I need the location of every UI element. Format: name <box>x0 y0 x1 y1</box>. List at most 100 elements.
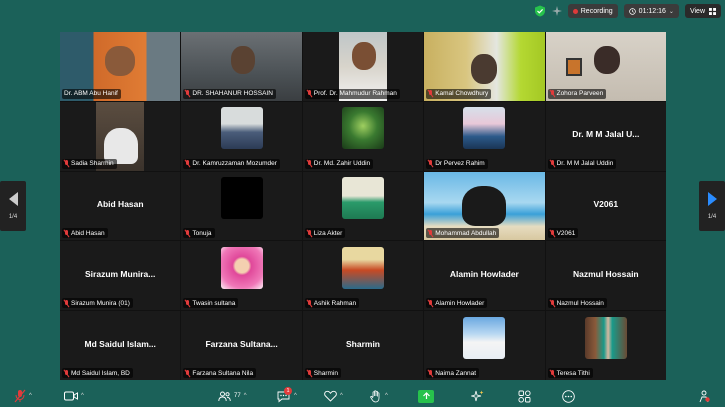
participant-tile[interactable]: Dr. Kamruzzaman Mozumder <box>181 101 302 171</box>
participant-name-label: Liza Akter <box>304 228 346 239</box>
participant-name-label: Dr. M M Jalal Uddin <box>547 158 617 169</box>
chat-button[interactable]: 1 ^ <box>277 387 297 404</box>
participant-tile[interactable]: Ashik Rahman <box>302 241 424 311</box>
next-page-button[interactable]: 1/4 <box>699 181 725 231</box>
participant-tile[interactable]: Twasin sultana <box>181 241 302 311</box>
muted-mic-icon <box>428 90 433 97</box>
participant-name-label: Kamal Chowdhury <box>426 88 492 99</box>
participants-count: 77 <box>234 393 241 399</box>
participant-tile[interactable]: DR. SHAHANUR HOSSAIN <box>181 32 302 101</box>
video-button[interactable]: ^ <box>64 388 84 404</box>
participant-name: Mohammad Abdullah <box>435 229 497 237</box>
participant-tile[interactable]: V2061 V2061 <box>545 171 666 241</box>
participant-name: Dr. ABM Abu Hanif <box>64 90 118 98</box>
participant-display-name: Md Saidul Islam... <box>84 338 156 349</box>
participant-tile[interactable]: Zohora Parveen <box>545 32 666 101</box>
participant-display-name: Farzana Sultana... <box>205 338 278 349</box>
participant-display-name: Sirazum Munira... <box>85 268 156 279</box>
participant-tile[interactable]: Liza Akter <box>302 171 424 241</box>
mute-button[interactable]: ^ <box>14 388 32 404</box>
participant-tile[interactable]: Sadia Sharmin <box>60 101 181 171</box>
participant-face <box>351 42 376 70</box>
raise-hand-button[interactable]: ^ <box>370 388 388 404</box>
participant-tile[interactable]: Sirazum Munira... Sirazum Munira (01) <box>60 241 181 311</box>
muted-mic-icon <box>307 90 312 97</box>
apps-button[interactable] <box>518 388 531 404</box>
more-icon <box>562 389 575 403</box>
previous-page-button[interactable]: 1/4 <box>0 181 26 231</box>
participant-name-label: Nazmul Hossain <box>547 298 607 309</box>
participant-name-label: Dr. Kamruzzaman Mozumder <box>183 158 280 169</box>
microphone-muted-icon <box>14 389 26 403</box>
muted-mic-icon <box>307 160 312 167</box>
participant-name: Teresa Tithi <box>556 369 590 377</box>
meeting-toolbar: ^ ^ 77 ^ 1 ^ ^ ^ <box>0 385 725 407</box>
participant-tile[interactable]: Dr Pervez Rahim <box>424 101 545 171</box>
participant-name: Naima Zannat <box>435 369 477 377</box>
participant-tile[interactable]: Sharmin Sharmin <box>302 311 424 380</box>
participants-button[interactable]: 77 ^ <box>218 388 247 404</box>
participant-name-label: Tonuja <box>183 228 215 239</box>
participant-tile[interactable]: Abid Hasan Abid Hasan <box>60 171 181 241</box>
participant-tile[interactable]: Dr. ABM Abu Hanif <box>60 32 181 101</box>
chat-badge: 1 <box>284 387 292 395</box>
participant-name: Nazmul Hossain <box>556 299 604 307</box>
chevron-up-icon[interactable]: ^ <box>29 393 32 399</box>
participant-face <box>462 185 507 226</box>
muted-mic-icon <box>64 369 69 377</box>
ai-companion-button[interactable] <box>471 388 484 404</box>
shield-icon[interactable] <box>534 5 546 17</box>
participant-avatar <box>220 177 263 220</box>
participant-tile[interactable]: Dr. Md. Zahir Uddin <box>302 101 424 171</box>
participant-name: Dr. Kamruzzaman Mozumder <box>192 160 277 168</box>
record-dot-icon <box>572 8 578 14</box>
participant-name-label: Teresa Tithi <box>547 368 593 378</box>
chevron-up-icon[interactable]: ^ <box>294 393 297 399</box>
chevron-up-icon[interactable]: ^ <box>385 393 388 399</box>
participant-avatar <box>220 246 263 289</box>
muted-mic-icon <box>185 90 190 97</box>
participant-tile[interactable]: Dr. M M Jalal U... Dr. M M Jalal Uddin <box>545 101 666 171</box>
arrow-up-icon <box>422 392 430 399</box>
recording-indicator[interactable]: Recording <box>567 4 618 18</box>
participant-avatar <box>463 316 506 359</box>
participant-tile[interactable]: Farzana Sultana... Farzana Sultana Nila <box>181 311 302 380</box>
participant-tile[interactable]: Tonuja <box>181 171 302 241</box>
reactions-button[interactable]: ^ <box>324 388 343 404</box>
participant-tile[interactable]: Kamal Chowdhury <box>424 32 545 101</box>
person-leave-icon <box>699 390 710 402</box>
chevron-up-icon[interactable]: ^ <box>81 393 84 399</box>
participant-name-label: V2061 <box>547 228 579 239</box>
participant-name: Ashik Rahman <box>313 299 357 307</box>
sparkle-icon[interactable] <box>551 6 562 16</box>
participant-name-label: Dr. Md. Zahir Uddin <box>304 158 374 169</box>
participant-tile[interactable]: Naima Zannat <box>424 311 545 380</box>
participant-name-label: Twasin sultana <box>183 298 239 309</box>
share-screen-button[interactable] <box>418 388 434 404</box>
participant-name-label: Sharmin <box>304 368 342 378</box>
participant-tile[interactable]: Nazmul Hossain Nazmul Hossain <box>545 241 666 311</box>
view-label: View <box>689 7 705 15</box>
participant-name: Twasin sultana <box>192 299 236 307</box>
participant-tile[interactable]: Teresa Tithi <box>545 311 666 380</box>
participant-name-label: Alamin Howlader <box>426 298 488 309</box>
chevron-up-icon[interactable]: ^ <box>244 393 247 399</box>
participant-display-name: Nazmul Hossain <box>572 268 639 279</box>
view-button[interactable]: View <box>684 4 721 18</box>
participant-name-label: DR. SHAHANUR HOSSAIN <box>183 88 276 99</box>
participant-tile[interactable]: Md Saidul Islam... Md Saidul Islam, BD <box>60 311 181 380</box>
participant-tile[interactable]: Mohammad Abdullah <box>424 171 545 241</box>
muted-mic-icon <box>64 229 69 237</box>
participant-tile[interactable]: Prof. Dr. Mahmudur Rahman <box>302 32 424 101</box>
timer-value: 01:12:16 <box>638 7 666 15</box>
participant-name: Alamin Howlader <box>435 299 485 307</box>
chevron-up-icon[interactable]: ^ <box>340 393 343 399</box>
participant-display-name: V2061 <box>593 199 619 210</box>
clock-icon <box>628 7 636 15</box>
leave-button[interactable] <box>698 388 710 404</box>
participant-tile[interactable]: Alamin Howlader Alamin Howlader <box>424 241 545 311</box>
muted-mic-icon <box>428 369 433 377</box>
more-button[interactable] <box>562 388 575 404</box>
participant-name: Dr. Md. Zahir Uddin <box>313 160 371 168</box>
chevron-down-icon[interactable]: ⌄ <box>669 8 674 15</box>
